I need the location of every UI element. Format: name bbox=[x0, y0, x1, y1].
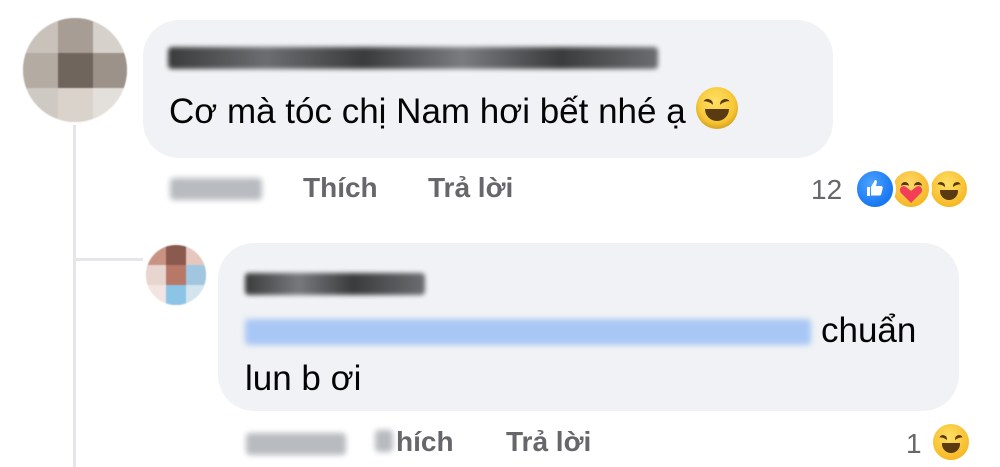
timestamp-redacted[interactable] bbox=[170, 178, 262, 200]
reaction-count[interactable]: 12 bbox=[811, 174, 842, 206]
avatar[interactable] bbox=[146, 245, 206, 305]
reply-text-line1: chuẩn bbox=[821, 311, 917, 350]
comment-text: Cơ mà tóc chị Nam hơi bết nhé ạ bbox=[169, 86, 738, 138]
like-button[interactable]: Thích bbox=[303, 172, 378, 204]
reply-button[interactable]: Trả lời bbox=[506, 426, 591, 458]
mention-tag-redacted[interactable] bbox=[245, 319, 811, 345]
haha-icon[interactable] bbox=[928, 168, 970, 210]
timestamp-redacted[interactable] bbox=[246, 433, 346, 455]
comment-bubble: Cơ mà tóc chị Nam hơi bết nhé ạ bbox=[143, 20, 833, 158]
haha-icon[interactable] bbox=[930, 421, 972, 463]
thread-line-branch bbox=[73, 258, 143, 261]
reply-bubble: chuẩn lun b ơi bbox=[218, 243, 959, 411]
commenter-name-redacted[interactable] bbox=[168, 47, 658, 69]
reaction-count[interactable]: 1 bbox=[906, 428, 922, 460]
blur-artifact bbox=[375, 430, 393, 452]
like-icon[interactable] bbox=[854, 168, 896, 210]
comment-body: Cơ mà tóc chị Nam hơi bết nhé ạ bbox=[169, 92, 686, 131]
thread-line-vertical bbox=[73, 125, 76, 467]
avatar[interactable] bbox=[23, 18, 127, 122]
grinning-squinting-face-icon bbox=[695, 87, 738, 129]
care-icon[interactable] bbox=[890, 168, 932, 210]
replier-name-redacted[interactable] bbox=[245, 273, 425, 295]
reply-button[interactable]: Trả lời bbox=[428, 172, 513, 204]
like-button[interactable]: hích bbox=[396, 426, 454, 458]
reply-text-line2: lun b ơi bbox=[245, 359, 362, 398]
